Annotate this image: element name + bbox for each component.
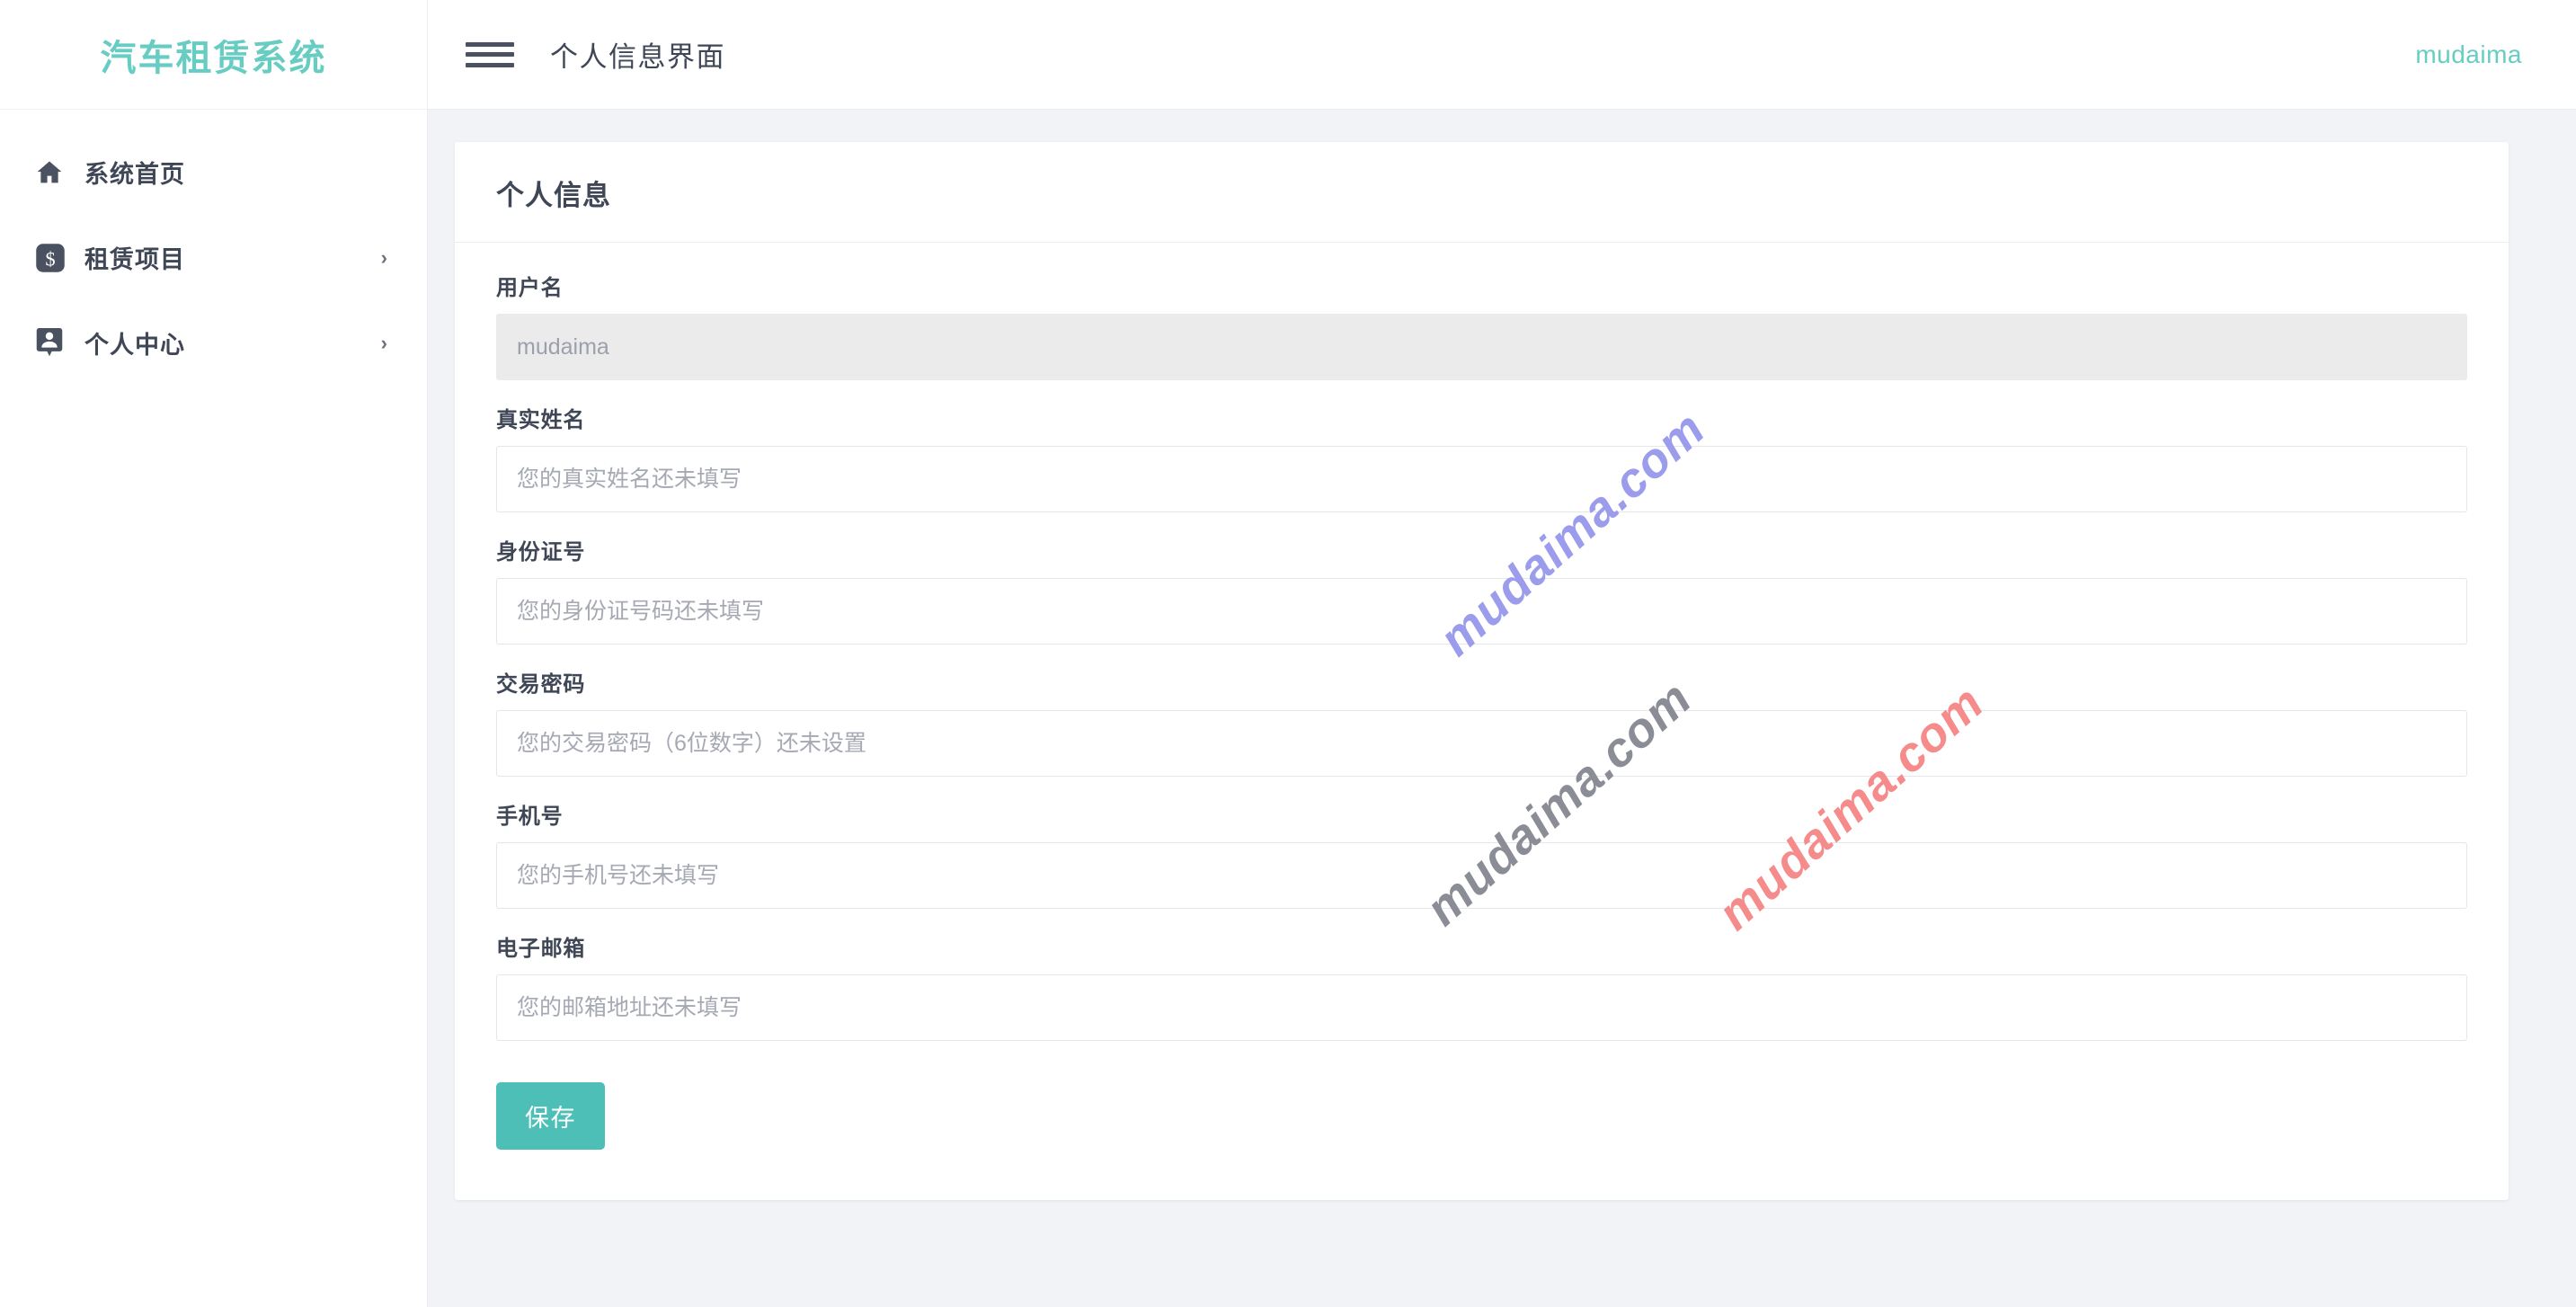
profile-form: 用户名 真实姓名 身份证号 交易密码	[455, 243, 2509, 1200]
hamburger-bar	[466, 41, 514, 47]
user-badge-icon	[34, 326, 84, 360]
sidebar-item-rental[interactable]: $ 租赁项目 ›	[0, 215, 427, 300]
profile-card: 个人信息 用户名 真实姓名 身份证号	[455, 142, 2509, 1200]
form-group-idcard: 身份证号	[496, 534, 2467, 645]
sidebar-item-personal-center[interactable]: 个人中心 ›	[0, 300, 427, 386]
form-group-phone: 手机号	[496, 798, 2467, 909]
label-realname: 真实姓名	[496, 408, 586, 432]
sidebar-nav: 系统首页 $ 租赁项目 › 个人中心 ›	[0, 110, 427, 386]
sidebar: 汽车租赁系统 系统首页 $ 租赁项目 › 个人中心 ›	[0, 0, 428, 1307]
save-button[interactable]: 保存	[496, 1082, 605, 1150]
chevron-right-icon-personal-center: ›	[380, 331, 387, 354]
sidebar-item-home[interactable]: 系统首页	[0, 129, 427, 215]
svg-text:$: $	[45, 247, 55, 270]
label-username: 用户名	[496, 276, 564, 300]
main-column: 个人信息界面 mudaima 个人信息 用户名 真实姓名	[428, 0, 2576, 1307]
form-group-username: 用户名	[496, 270, 2467, 380]
chevron-right-icon-rental: ›	[380, 245, 387, 269]
hamburger-bar	[466, 62, 514, 67]
home-icon	[34, 157, 84, 188]
realname-input[interactable]	[496, 446, 2467, 512]
sidebar-item-label-home: 系统首页	[84, 161, 185, 188]
profile-card-header: 个人信息	[455, 142, 2509, 243]
sidebar-item-label-personal-center: 个人中心	[84, 332, 185, 359]
brand-title: 汽车租赁系统	[100, 38, 327, 78]
username-input	[496, 314, 2467, 380]
hamburger-bar	[466, 52, 514, 57]
paypassword-input[interactable]	[496, 710, 2467, 777]
hamburger-icon[interactable]	[466, 37, 514, 73]
content-area: 个人信息 用户名 真实姓名 身份证号	[428, 110, 2576, 1307]
phone-input[interactable]	[496, 842, 2467, 909]
label-paypassword: 交易密码	[496, 672, 586, 697]
idcard-input[interactable]	[496, 578, 2467, 645]
form-group-realname: 真实姓名	[496, 402, 2467, 512]
profile-card-title: 个人信息	[496, 180, 611, 211]
sidebar-item-label-rental: 租赁项目	[84, 246, 185, 273]
label-idcard: 身份证号	[496, 540, 586, 565]
form-group-email: 电子邮箱	[496, 930, 2467, 1041]
page-title: 个人信息界面	[550, 41, 725, 73]
topbar: 个人信息界面 mudaima	[428, 0, 2576, 110]
email-input[interactable]	[496, 974, 2467, 1041]
app-root: 汽车租赁系统 系统首页 $ 租赁项目 › 个人中心 › 个人信息界面 mudai…	[0, 0, 2576, 1307]
label-phone: 手机号	[496, 805, 564, 829]
dollar-badge-icon: $	[34, 242, 84, 274]
form-group-paypassword: 交易密码	[496, 666, 2467, 777]
current-user-menu[interactable]: mudaima	[2415, 40, 2522, 69]
brand[interactable]: 汽车租赁系统	[0, 0, 427, 110]
label-email: 电子邮箱	[496, 937, 586, 961]
